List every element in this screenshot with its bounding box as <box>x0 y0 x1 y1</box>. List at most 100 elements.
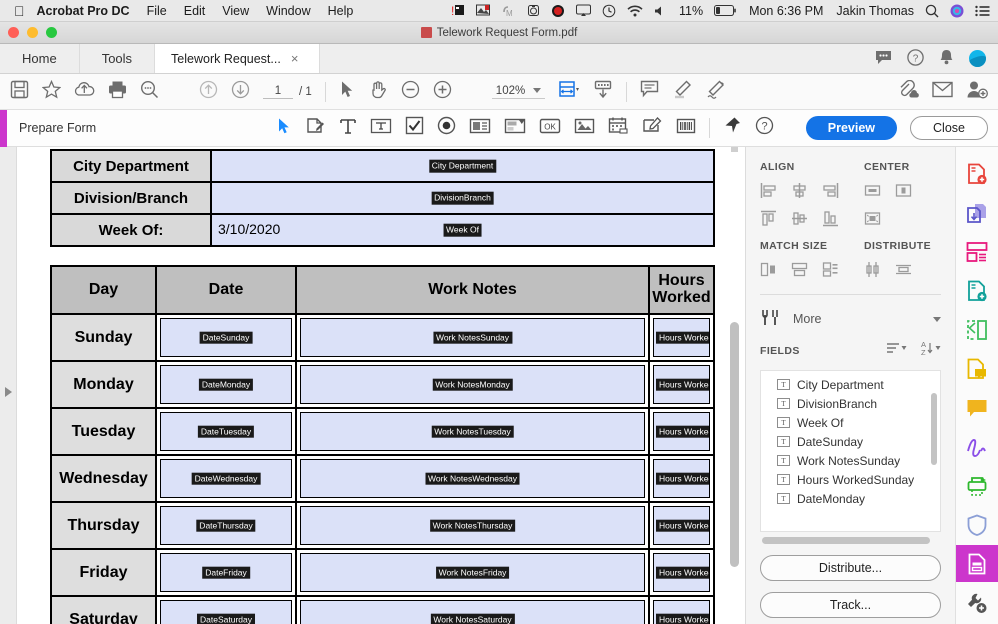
field-work-notes-saturday[interactable]: Work NotesSaturday <box>300 600 645 624</box>
protect-icon[interactable] <box>956 506 998 543</box>
cell-hours-tuesday[interactable]: Hours WorkedTuesday <box>649 408 714 455</box>
bell-icon[interactable] <box>939 49 954 68</box>
date-field-icon[interactable] <box>608 116 629 140</box>
maximize-window-button[interactable] <box>46 27 57 38</box>
page-scroll-icon[interactable] <box>593 80 613 104</box>
align-middle-vertical-icon[interactable] <box>791 210 808 227</box>
account-avatar[interactable] <box>969 50 986 67</box>
fill-sign-icon[interactable] <box>956 428 998 465</box>
star-icon[interactable] <box>42 80 61 104</box>
preview-button[interactable]: Preview <box>806 116 897 140</box>
fit-page-icon[interactable] <box>558 80 580 104</box>
list-item[interactable]: TDateSunday <box>761 432 940 451</box>
field-division-branch[interactable]: DivisionBranch <box>211 182 714 214</box>
chevron-down-icon[interactable] <box>533 88 541 93</box>
minimize-window-button[interactable] <box>27 27 38 38</box>
scan-ocr-icon[interactable] <box>956 467 998 504</box>
save-icon[interactable] <box>10 80 29 104</box>
cell-date-tuesday[interactable]: DateTuesday <box>156 408 296 455</box>
battery-icon[interactable] <box>714 5 736 16</box>
dotm-icon[interactable]: M <box>502 4 516 17</box>
menu-item-window[interactable]: Window <box>266 4 310 18</box>
match-width-icon[interactable] <box>760 261 777 278</box>
field-hours-worked-thursday[interactable]: Hours WorkedThursday <box>653 506 710 545</box>
text-field-icon[interactable] <box>339 117 357 140</box>
cell-date-sunday[interactable]: DateSunday <box>156 314 296 361</box>
comment-balloon-icon[interactable] <box>640 80 659 103</box>
zoom-out-icon[interactable] <box>401 80 420 104</box>
highlighter-icon[interactable] <box>672 80 692 104</box>
field-work-notes-wednesday[interactable]: Work NotesWednesday <box>300 459 645 498</box>
menu-item-help[interactable]: Help <box>328 4 354 18</box>
cell-hours-sunday[interactable]: Hours WorkedSunday <box>649 314 714 361</box>
comment-pdf-icon[interactable] <box>956 350 998 387</box>
cell-date-monday[interactable]: DateMonday <box>156 361 296 408</box>
field-date-friday[interactable]: DateFriday <box>160 553 292 592</box>
align-bottom-icon[interactable] <box>822 210 839 227</box>
sign-icon[interactable] <box>705 80 726 104</box>
document-view[interactable]: City Department City Department Division… <box>17 147 745 624</box>
create-pdf-icon[interactable] <box>956 155 998 192</box>
sort-alpha-icon[interactable]: AZ <box>921 340 941 361</box>
cell-notes-friday[interactable]: Work NotesFriday <box>296 549 649 596</box>
list-item[interactable]: THours WorkedSunday <box>761 470 940 489</box>
timemachine-icon[interactable] <box>527 4 540 17</box>
align-center-horizontal-icon[interactable] <box>791 182 808 199</box>
combine-files-icon[interactable] <box>956 194 998 231</box>
cell-date-wednesday[interactable]: DateWednesday <box>156 455 296 502</box>
menu-item-view[interactable]: View <box>222 4 249 18</box>
align-left-icon[interactable] <box>760 182 777 199</box>
upload-cloud-icon[interactable] <box>74 80 95 104</box>
tab-tools[interactable]: Tools <box>80 44 155 73</box>
field-date-sunday[interactable]: DateSunday <box>160 318 292 357</box>
edit-pdf-icon[interactable] <box>956 311 998 348</box>
expand-left-panel-icon[interactable] <box>5 387 12 397</box>
cell-date-thursday[interactable]: DateThursday <box>156 502 296 549</box>
hand-icon[interactable] <box>369 80 388 104</box>
field-work-notes-thursday[interactable]: Work NotesThursday <box>300 506 645 545</box>
center-both-icon[interactable] <box>864 210 881 227</box>
add-field-icon[interactable] <box>305 116 326 140</box>
more-tools-row[interactable]: More <box>760 295 941 340</box>
more-tools-icon[interactable] <box>956 584 998 621</box>
apple-logo-icon[interactable]:  <box>14 4 25 18</box>
list-box-icon[interactable] <box>469 117 491 140</box>
document-scrollbar[interactable] <box>730 147 739 624</box>
button-ok-icon[interactable]: OK <box>539 118 561 139</box>
field-hours-worked-tuesday[interactable]: Hours WorkedTuesday <box>653 412 710 451</box>
field-hours-worked-friday[interactable]: Hours WorkedFriday <box>653 553 710 592</box>
search-icon[interactable] <box>925 4 939 18</box>
comment-box-icon[interactable] <box>956 389 998 426</box>
add-person-icon[interactable] <box>966 80 988 104</box>
cell-hours-wednesday[interactable]: Hours WorkedWednesday <box>649 455 714 502</box>
checkbox-icon[interactable] <box>405 116 424 140</box>
barcode-icon[interactable] <box>676 117 696 140</box>
comment-icon[interactable] <box>875 50 892 68</box>
alert-icon[interactable]: ! <box>451 4 465 17</box>
field-work-notes-tuesday[interactable]: Work NotesTuesday <box>300 412 645 451</box>
signature-field-icon[interactable] <box>642 116 663 140</box>
help-circle-icon[interactable]: ? <box>755 116 774 140</box>
cell-notes-sunday[interactable]: Work NotesSunday <box>296 314 649 361</box>
pin-icon[interactable] <box>723 116 742 140</box>
fields-list[interactable]: TCity Department TDivisionBranch TWeek O… <box>760 370 941 532</box>
dropdown-icon[interactable] <box>504 117 526 140</box>
control-center-list-icon[interactable] <box>975 5 990 17</box>
distribute-button[interactable]: Distribute... <box>760 555 941 581</box>
match-both-icon[interactable] <box>822 261 839 278</box>
cell-notes-monday[interactable]: Work NotesMonday <box>296 361 649 408</box>
cell-date-friday[interactable]: DateFriday <box>156 549 296 596</box>
chevron-down-icon[interactable] <box>933 317 941 322</box>
field-work-notes-monday[interactable]: Work NotesMonday <box>300 365 645 404</box>
cursor-arrow-icon[interactable] <box>276 117 292 140</box>
cursor-arrow-icon[interactable] <box>339 80 356 104</box>
zoom-search-icon[interactable] <box>140 80 159 104</box>
distribute-horizontal-icon[interactable] <box>895 261 912 278</box>
cell-hours-thursday[interactable]: Hours WorkedThursday <box>649 502 714 549</box>
field-date-tuesday[interactable]: DateTuesday <box>160 412 292 451</box>
tab-home[interactable]: Home <box>0 44 80 73</box>
print-icon[interactable] <box>108 80 127 104</box>
field-work-notes-sunday[interactable]: Work NotesSunday <box>300 318 645 357</box>
tab-document[interactable]: Telework Request... × <box>155 44 320 73</box>
menu-item-app[interactable]: Acrobat Pro DC <box>37 4 130 18</box>
